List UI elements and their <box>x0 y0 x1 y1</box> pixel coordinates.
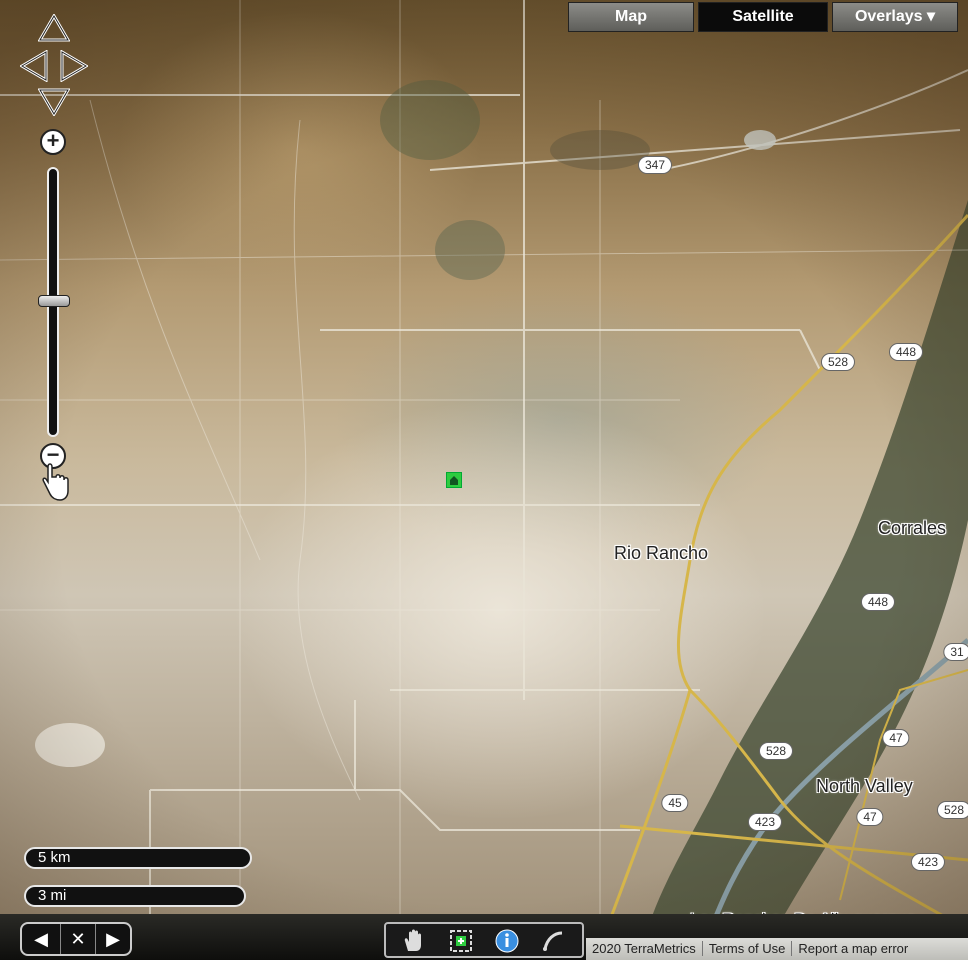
pan-up-icon[interactable] <box>38 14 70 42</box>
route-shield: 423 <box>747 813 783 831</box>
nav-previous-button[interactable]: ◀ <box>24 924 58 954</box>
route-shield: 423 <box>910 853 946 871</box>
scale-bar-imperial: 3 mi <box>24 885 246 907</box>
route-shield: 47 <box>882 729 910 747</box>
info-icon[interactable] <box>492 927 522 955</box>
route-shield: 528 <box>758 742 794 760</box>
route-shield: 448 <box>888 343 924 361</box>
map-type-satellite-button[interactable]: Satellite <box>698 2 828 32</box>
nav-center-button[interactable]: ✕ <box>60 924 96 954</box>
zoom-slider-thumb[interactable] <box>38 295 70 307</box>
route-shield: 448 <box>860 593 896 611</box>
location-marker[interactable] <box>446 472 462 488</box>
road-network <box>0 0 968 960</box>
copyright-attribution: 2020 TerraMetrics <box>586 941 703 956</box>
route-shield: 347 <box>637 156 673 174</box>
scale-bar-metric: 5 km <box>24 847 252 869</box>
pan-left-icon[interactable] <box>20 50 50 82</box>
measure-icon[interactable] <box>538 927 568 955</box>
hand-cursor-icon <box>42 463 69 501</box>
map-tools-group <box>384 922 584 958</box>
terms-of-use-link[interactable]: Terms of Use <box>702 941 793 956</box>
place-label-rio-rancho: Rio Rancho <box>614 543 709 563</box>
river-valley-vegetation <box>640 200 968 960</box>
route-shield: 528 <box>936 801 968 819</box>
map-type-map-button[interactable]: Map <box>568 2 694 32</box>
route-shield: 47 <box>856 808 884 826</box>
nav-next-button[interactable]: ▶ <box>96 924 130 954</box>
bottom-nav-group: ◀ ✕ ▶ <box>20 922 132 956</box>
pan-right-icon[interactable] <box>58 50 88 82</box>
place-label-north-valley: North Valley <box>816 776 913 796</box>
report-map-error-link[interactable]: Report a map error <box>792 941 914 956</box>
copyright-bar: 2020 TerraMetrics Terms of Use Report a ma… <box>586 938 968 960</box>
overlays-dropdown-button[interactable]: Overlays ▾ <box>832 2 958 32</box>
satellite-map[interactable]: Rio Rancho Corrales North Valley Los Ran… <box>0 0 968 960</box>
zoom-in-button[interactable]: + <box>40 129 66 155</box>
route-shield: 31 <box>943 643 968 661</box>
route-shield: 528 <box>820 353 856 371</box>
add-location-icon[interactable] <box>446 927 476 955</box>
house-icon <box>450 476 458 485</box>
place-label-corrales: Corrales <box>878 518 947 538</box>
pan-down-icon[interactable] <box>38 88 70 116</box>
pan-hand-icon[interactable] <box>400 927 430 955</box>
route-shield: 45 <box>661 794 689 812</box>
